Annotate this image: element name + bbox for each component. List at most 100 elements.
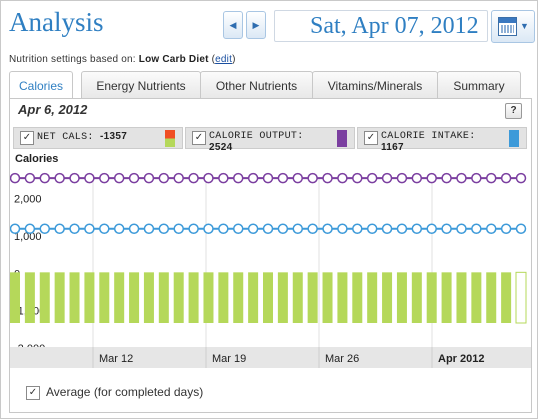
data-point: [24, 223, 36, 235]
next-day-button[interactable]: ▶: [246, 11, 266, 39]
legend-net-cals: ✓ NET CALS: -1357: [13, 127, 183, 149]
data-point: [218, 172, 229, 184]
data-point: [232, 223, 244, 235]
data-point: [113, 172, 125, 184]
net-cals-bar: [441, 272, 452, 323]
data-point: [366, 223, 378, 235]
average-checkbox[interactable]: ✓: [26, 385, 40, 400]
data-point: [247, 172, 259, 184]
calendar-button[interactable]: ▼: [491, 10, 535, 43]
data-point: [411, 172, 423, 184]
net-cals-bar: [277, 272, 288, 323]
net-cals-bar: [292, 272, 303, 323]
chevron-right-icon: ▶: [252, 20, 260, 30]
x-tick-label: Mar 26: [325, 353, 359, 365]
tab-other-nutrients[interactable]: Other Nutrients: [200, 71, 313, 99]
calorie-intake-checkbox[interactable]: ✓: [364, 131, 378, 145]
net-cals-bar: [188, 272, 199, 323]
date-display[interactable]: Sat, Apr 07, 2012: [274, 10, 488, 42]
data-point: [262, 172, 274, 184]
net-cals-bar: [39, 272, 50, 323]
tab-label: Vitamins/Minerals: [327, 79, 423, 93]
data-point: [128, 223, 140, 235]
net-cals-bar: [352, 272, 363, 323]
tab-label: Calories: [18, 79, 63, 93]
previous-day-button[interactable]: ◀: [223, 11, 243, 39]
data-point: [99, 172, 110, 184]
tab-vitamins-minerals[interactable]: Vitamins/Minerals: [312, 71, 438, 99]
current-date: Sat, Apr 07, 2012: [310, 13, 479, 39]
data-point: [277, 172, 289, 184]
data-point: [39, 223, 51, 235]
data-point: [456, 223, 467, 235]
net-cals-bar: [501, 272, 512, 323]
net-cals-swatch: [165, 130, 175, 147]
legend-label: NET CALS: -1357: [37, 131, 128, 143]
data-point: [322, 223, 333, 235]
net-cals-bar: [322, 272, 333, 323]
net-cals-bar: [99, 272, 110, 323]
data-point: [396, 172, 408, 184]
tab-label: Other Nutrients: [215, 79, 298, 93]
data-point: [426, 223, 437, 235]
legend-label: CALORIE INTAKE: 1167: [381, 131, 476, 153]
data-point: [456, 172, 467, 184]
data-point: [10, 223, 21, 235]
calorie-output-swatch: [337, 130, 347, 147]
data-point: [173, 223, 184, 235]
data-point: [381, 223, 393, 235]
net-cals-bar: [69, 272, 80, 323]
calories-chart: 2,0001,0000-1,000-2,000Mar 12Mar 19Mar 2…: [10, 172, 531, 368]
data-point: [471, 223, 482, 235]
data-point: [292, 172, 304, 184]
edit-settings-link[interactable]: edit: [215, 54, 232, 65]
data-point: [173, 172, 184, 184]
legend-calorie-intake: ✓ CALORIE INTAKE: 1167: [357, 127, 527, 153]
nutrition-settings: Nutrition settings based on: Low Carb Di…: [9, 54, 236, 65]
tab-energy-nutrients[interactable]: Energy Nutrients: [81, 71, 201, 99]
net-cals-bar: [84, 272, 95, 323]
data-point: [69, 172, 80, 184]
data-point: [471, 172, 482, 184]
page-title: Analysis: [9, 7, 104, 37]
net-cals-bar: [411, 272, 422, 323]
diet-name: Low Carb Diet: [138, 54, 209, 65]
data-point: [337, 223, 348, 235]
average-option[interactable]: ✓ Average (for completed days): [26, 385, 203, 400]
net-cals-checkbox[interactable]: ✓: [20, 131, 34, 145]
net-cals-bar: [24, 272, 35, 323]
data-point: [381, 172, 393, 184]
calorie-output-checkbox[interactable]: ✓: [192, 131, 206, 145]
tab-calories[interactable]: Calories: [9, 71, 73, 100]
chevron-left-icon: ◀: [229, 20, 237, 30]
analysis-window: Analysis ◀ ▶ Sat, Apr 07, 2012 ▼ Nutriti…: [0, 0, 538, 419]
data-point: [441, 223, 452, 235]
net-cals-bar: [158, 272, 169, 323]
calorie-intake-swatch: [509, 130, 519, 147]
net-cals-bar: [54, 272, 65, 323]
legend-calorie-output: ✓ CALORIE OUTPUT: 2524: [185, 127, 355, 153]
data-point: [515, 223, 527, 235]
net-cals-bar: [248, 272, 259, 323]
data-point: [188, 223, 199, 235]
data-point: [485, 223, 497, 235]
net-cals-bar: [486, 272, 497, 323]
net-cals-bar: [367, 272, 378, 323]
data-point: [337, 172, 348, 184]
chevron-down-icon: ▼: [520, 21, 529, 31]
net-cals-bar: [426, 272, 437, 323]
data-point: [158, 223, 170, 235]
data-point: [500, 223, 512, 235]
net-cals-bar: [263, 272, 273, 323]
data-point: [307, 223, 318, 235]
data-point: [366, 172, 378, 184]
data-point: [307, 172, 318, 184]
help-button[interactable]: ?: [505, 103, 522, 119]
data-point: [128, 172, 140, 184]
data-point: [188, 172, 199, 184]
net-cals-bar: [456, 272, 467, 323]
data-point: [441, 172, 452, 184]
data-point: [262, 223, 274, 235]
tab-summary[interactable]: Summary: [437, 71, 521, 99]
net-cals-bar: [10, 272, 20, 323]
